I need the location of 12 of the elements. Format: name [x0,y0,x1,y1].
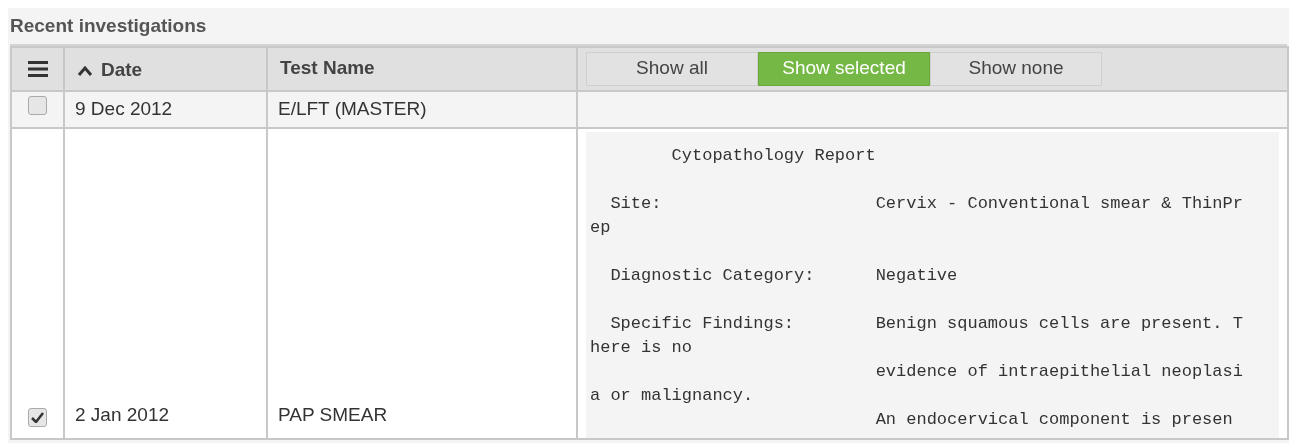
test-name-cell: E/LFT (MASTER) [278,97,427,119]
column-header[interactable]: Date [101,56,143,85]
panel-title: Recent investigations [9,14,208,38]
filter-tab[interactable]: Show all [586,51,758,86]
row-checkbox[interactable] [28,96,47,115]
test-name-cell: PAP SMEAR [278,404,388,425]
column-header[interactable]: Test Name [280,54,375,83]
menu-icon[interactable] [27,61,48,78]
date-cell: 2 Jan 2012 [75,404,170,425]
date-cell: 9 Dec 2012 [75,97,173,119]
row-checkbox[interactable] [28,407,47,427]
filter-tab[interactable]: Show none [930,51,1102,86]
